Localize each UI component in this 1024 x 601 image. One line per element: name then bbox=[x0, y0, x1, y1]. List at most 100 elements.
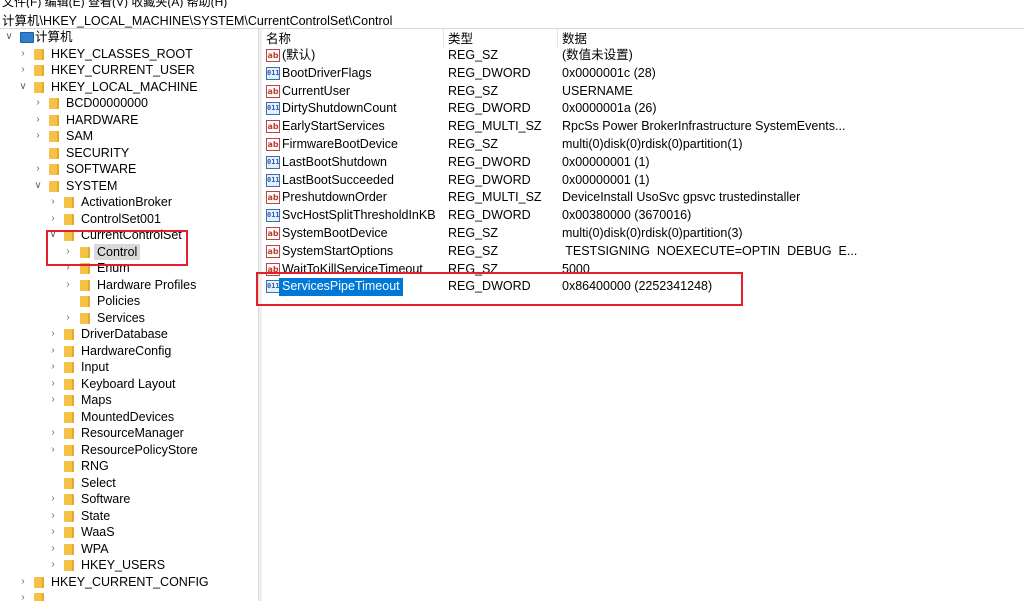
tree-item-label: ActivationBroker bbox=[81, 195, 173, 209]
tree-item-label: HARDWARE bbox=[66, 112, 139, 127]
value-type: REG_MULTI_SZ bbox=[448, 119, 542, 134]
tree-item-label: HKEY_LOCAL_MACHINE bbox=[51, 79, 198, 94]
chevron-right-icon[interactable]: › bbox=[48, 326, 58, 342]
folder-icon bbox=[64, 494, 74, 505]
chevron-right-icon[interactable]: › bbox=[18, 46, 28, 62]
tree-root-label: 计算机 bbox=[35, 30, 73, 44]
string-value-icon: ab bbox=[266, 262, 280, 276]
value-row[interactable]: 011 DirtyShutdownCount REG_DWORD 0x00000… bbox=[262, 100, 1024, 118]
chevron-right-icon[interactable]: › bbox=[48, 557, 58, 573]
value-type: REG_DWORD bbox=[448, 208, 531, 223]
chevron-right-icon[interactable]: › bbox=[48, 359, 58, 375]
chevron-right-icon[interactable]: › bbox=[48, 442, 58, 458]
column-divider[interactable] bbox=[557, 29, 558, 47]
folder-icon bbox=[34, 81, 44, 93]
address-path[interactable]: 计算机\HKEY_LOCAL_MACHINE\SYSTEM\CurrentCon… bbox=[2, 10, 392, 29]
chevron-right-icon[interactable]: › bbox=[48, 508, 58, 524]
chevron-right-icon[interactable]: › bbox=[48, 491, 58, 507]
menu-bar-text[interactable]: 文件(F) 编辑(E) 查看(V) 收藏夹(A) 帮助(H) bbox=[2, 0, 227, 8]
column-header-data[interactable]: 数据 bbox=[562, 31, 587, 47]
folder-icon bbox=[34, 593, 44, 601]
chevron-right-icon[interactable]: › bbox=[18, 590, 28, 601]
tree-item-label: CurrentControlSet bbox=[81, 228, 182, 242]
folder-icon bbox=[64, 461, 74, 472]
value-name: FirmwareBootDevice bbox=[282, 137, 399, 151]
tree-item-label: Enum bbox=[97, 261, 130, 275]
chevron-right-icon[interactable]: › bbox=[33, 128, 43, 144]
value-row[interactable]: 011 LastBootSucceeded REG_DWORD 0x000000… bbox=[262, 172, 1024, 190]
value-name: BootDriverFlags bbox=[282, 65, 372, 80]
chevron-right-icon[interactable]: › bbox=[18, 62, 28, 78]
tree-item-label: Control bbox=[94, 243, 141, 260]
chevron-right-icon[interactable]: › bbox=[48, 524, 58, 540]
chevron-right-icon[interactable]: › bbox=[33, 95, 43, 111]
chevron-down-icon[interactable]: ∨ bbox=[18, 79, 28, 95]
chevron-right-icon[interactable]: › bbox=[48, 392, 58, 408]
key-tree-pane[interactable]: ∨ 计算机 › HKEY_CLASSES_ROOT › HKEY_CURRENT… bbox=[0, 29, 258, 601]
folder-icon bbox=[64, 411, 74, 423]
tree-item-label: SOFTWARE bbox=[66, 162, 137, 176]
chevron-right-icon[interactable]: › bbox=[63, 244, 73, 260]
value-data: multi(0)disk(0)rdisk(0)partition(1) bbox=[562, 137, 743, 151]
value-row[interactable]: 011 BootDriverFlags REG_DWORD 0x0000001c… bbox=[262, 65, 1024, 83]
value-row[interactable]: 011 SvcHostSplitThresholdInKB REG_DWORD … bbox=[262, 207, 1024, 225]
chevron-right-icon[interactable]: › bbox=[63, 310, 73, 326]
value-row[interactable]: 011 LastBootShutdown REG_DWORD 0x0000000… bbox=[262, 154, 1024, 172]
folder-icon bbox=[64, 395, 74, 406]
chevron-right-icon[interactable]: › bbox=[48, 541, 58, 557]
value-type: REG_SZ bbox=[448, 243, 499, 258]
chevron-right-icon[interactable]: › bbox=[48, 376, 58, 392]
value-row[interactable]: ab SystemStartOptions REG_SZ TESTSIGNING… bbox=[262, 243, 1024, 261]
column-header-type[interactable]: 类型 bbox=[448, 31, 473, 47]
value-data: (数值未设置) bbox=[562, 48, 633, 62]
folder-icon bbox=[64, 197, 74, 208]
value-name: (默认) bbox=[282, 48, 316, 62]
value-row[interactable]: ab FirmwareBootDevice REG_SZ multi(0)dis… bbox=[262, 136, 1024, 154]
column-header-name[interactable]: 名称 bbox=[266, 31, 291, 47]
value-data: 0x0000001a (26) bbox=[562, 101, 657, 116]
string-value-icon: ab bbox=[266, 120, 280, 134]
address-bar[interactable]: 计算机\HKEY_LOCAL_MACHINE\SYSTEM\CurrentCon… bbox=[0, 8, 1024, 29]
value-row[interactable]: ab PreshutdownOrder REG_MULTI_SZ DeviceI… bbox=[262, 189, 1024, 207]
value-type: REG_DWORD bbox=[448, 65, 531, 80]
value-name: CurrentUser bbox=[282, 83, 351, 98]
value-type: REG_SZ bbox=[448, 226, 499, 240]
tree-item-label: SAM bbox=[66, 129, 94, 143]
value-row[interactable]: ab CurrentUser REG_SZ USERNAME bbox=[262, 83, 1024, 101]
value-data: USERNAME bbox=[562, 83, 633, 98]
chevron-down-icon[interactable]: ∨ bbox=[48, 227, 58, 243]
value-type: REG_SZ bbox=[448, 48, 499, 62]
chevron-right-icon[interactable]: › bbox=[63, 260, 73, 276]
value-name: WaitToKillServiceTimeout bbox=[282, 261, 423, 276]
value-data: TESTSIGNING NOEXECUTE=OPTIN DEBUG E... bbox=[562, 243, 858, 258]
value-row[interactable]: ab (默认) REG_SZ (数值未设置) bbox=[262, 47, 1024, 65]
folder-icon bbox=[64, 329, 74, 340]
tree-item-label: WaaS bbox=[81, 525, 115, 539]
chevron-right-icon[interactable]: › bbox=[33, 161, 43, 177]
value-type: REG_SZ bbox=[448, 83, 499, 98]
chevron-right-icon[interactable]: › bbox=[48, 425, 58, 441]
chevron-right-icon[interactable]: › bbox=[33, 112, 43, 128]
chevron-down-icon[interactable]: ∨ bbox=[4, 29, 14, 45]
chevron-right-icon[interactable]: › bbox=[18, 574, 28, 590]
value-row-selected[interactable]: 011 ServicesPipeTimeout REG_DWORD 0x8640… bbox=[262, 278, 1024, 297]
chevron-down-icon[interactable]: ∨ bbox=[33, 178, 43, 194]
value-data: RpcSs Power BrokerInfrastructure SystemE… bbox=[562, 119, 846, 134]
value-data: multi(0)disk(0)rdisk(0)partition(3) bbox=[562, 226, 743, 240]
values-list-pane[interactable]: 名称 类型 数据 ab (默认) REG_SZ (数值未设置) 011 Boot… bbox=[262, 29, 1024, 601]
value-row[interactable]: ab WaitToKillServiceTimeout REG_SZ 5000 bbox=[262, 261, 1024, 279]
folder-icon bbox=[64, 510, 74, 522]
chevron-right-icon[interactable]: › bbox=[48, 211, 58, 227]
chevron-right-icon[interactable]: › bbox=[63, 277, 73, 293]
value-name: SvcHostSplitThresholdInKB bbox=[282, 208, 436, 223]
folder-icon bbox=[49, 164, 59, 175]
value-row[interactable]: ab EarlyStartServices REG_MULTI_SZ RpcSs… bbox=[262, 118, 1024, 136]
column-divider[interactable] bbox=[443, 29, 444, 47]
value-name: SystemBootDevice bbox=[282, 226, 388, 240]
value-data: 0x00380000 (3670016) bbox=[562, 208, 692, 223]
menu-bar[interactable]: 文件(F) 编辑(E) 查看(V) 收藏夹(A) 帮助(H) bbox=[0, 0, 1024, 8]
folder-icon bbox=[64, 477, 74, 489]
value-row[interactable]: ab SystemBootDevice REG_SZ multi(0)disk(… bbox=[262, 225, 1024, 243]
chevron-right-icon[interactable]: › bbox=[48, 343, 58, 359]
chevron-right-icon[interactable]: › bbox=[48, 194, 58, 210]
